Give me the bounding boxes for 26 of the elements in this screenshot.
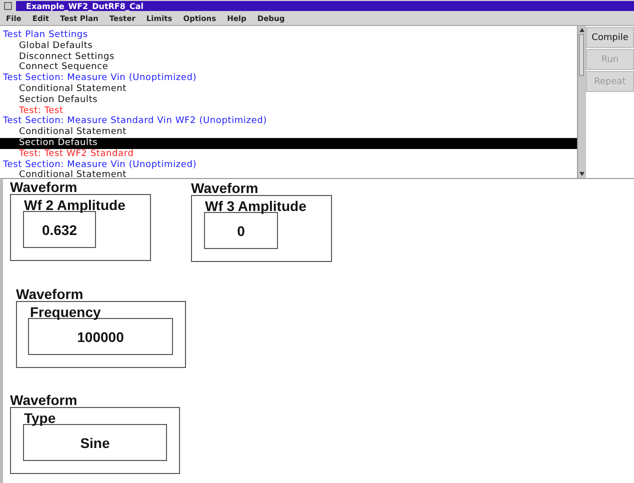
group-label: Waveform bbox=[191, 182, 260, 195]
window-menu-icon[interactable] bbox=[4, 2, 12, 10]
tree-item[interactable]: Disconnect Settings bbox=[0, 52, 578, 62]
tree-item[interactable]: Global Defaults bbox=[0, 40, 578, 52]
scroll-bar[interactable] bbox=[577, 26, 586, 178]
tree-item[interactable]: Section Defaults bbox=[0, 94, 578, 106]
widget-title: Frequency bbox=[30, 305, 101, 319]
widget-title: Type bbox=[24, 411, 56, 425]
tree-item[interactable]: Test Section: Measure Vin (Unoptimized) bbox=[0, 160, 578, 170]
group-label: Waveform bbox=[10, 181, 78, 194]
tree-item[interactable]: Conditional Statement bbox=[0, 127, 578, 138]
tree-item[interactable]: Conditional Statement bbox=[0, 170, 578, 178]
tree-item[interactable]: Conditional Statement bbox=[0, 84, 578, 95]
tree-item[interactable]: Test Section: Measure Standard Vin WF2 (Unoptimized) bbox=[0, 116, 578, 128]
tree-item[interactable]: Test: Test bbox=[0, 106, 578, 116]
tree-item[interactable]: Connect Sequence bbox=[0, 62, 578, 74]
widget-title: Wf 2 Amplitude bbox=[24, 198, 126, 212]
tree-item[interactable]: Test: Test WF2 Standard bbox=[0, 148, 578, 160]
tree-item[interactable]: Test Plan Settings bbox=[0, 30, 578, 41]
group-label: Waveform bbox=[16, 288, 84, 301]
window-title: Example_WF2_DutRF8_Cal bbox=[26, 2, 144, 10]
group-label: Waveform bbox=[10, 394, 78, 407]
tree-item[interactable]: Section Defaults bbox=[0, 138, 578, 149]
tree-item[interactable]: Test Section: Measure Vin (Unoptimized) bbox=[0, 73, 578, 84]
widget-title: Wf 3 Amplitude bbox=[205, 199, 306, 213]
toolbar-button[interactable]: Compile bbox=[586, 27, 634, 48]
